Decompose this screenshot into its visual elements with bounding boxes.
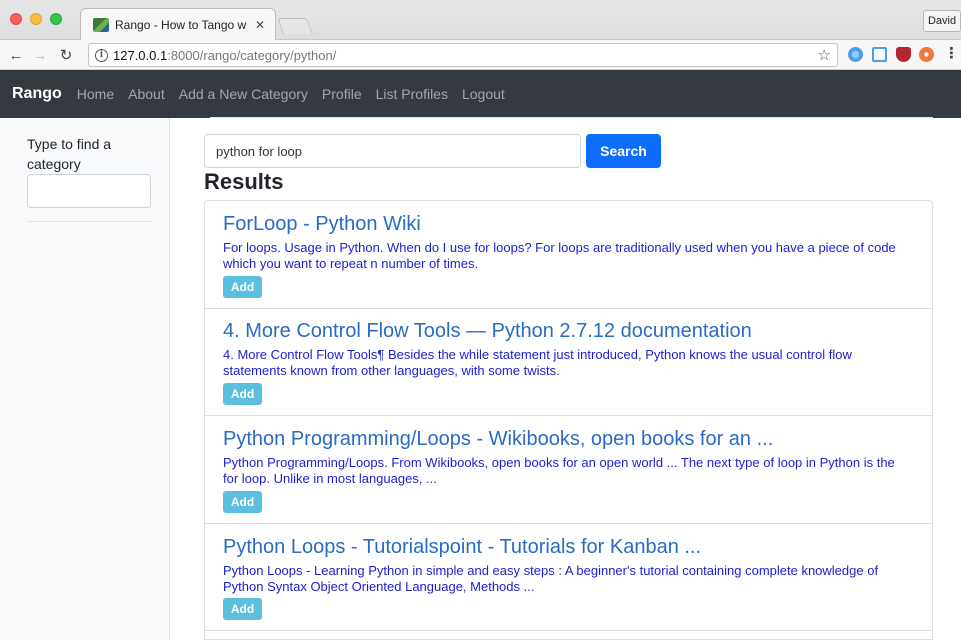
result-snippet: Python Programming/Loops. From Wikibooks… <box>223 455 895 486</box>
extension-screenshot-icon[interactable] <box>872 47 887 62</box>
nav-link-home[interactable]: Home <box>77 86 114 102</box>
result-snippet: For loops. Usage in Python. When do I us… <box>223 240 896 271</box>
result-title-link[interactable]: 4. More Control Flow Tools — Python 2.7.… <box>223 319 752 343</box>
category-search-input[interactable] <box>27 174 151 208</box>
add-page-button[interactable]: Add <box>223 276 262 298</box>
search-input[interactable]: python for loop <box>204 134 581 168</box>
profile-button[interactable]: David <box>923 10 961 32</box>
nav-link-logout[interactable]: Logout <box>462 86 505 102</box>
nav-link-add-category[interactable]: Add a New Category <box>179 86 308 102</box>
address-bar[interactable]: i 127.0.0.1:8000/rango/category/python/ … <box>88 43 838 67</box>
nav-link-list-profiles[interactable]: List Profiles <box>376 86 448 102</box>
favicon-icon <box>93 17 109 32</box>
results-heading: Results <box>204 169 284 194</box>
url-path: :8000/rango/category/python/ <box>167 47 337 63</box>
star-icon[interactable]: ☆ <box>818 46 831 64</box>
result-title-link[interactable]: ForLoop - Python Wiki <box>223 212 421 236</box>
nav-link-profile[interactable]: Profile <box>322 86 362 102</box>
result-item: ForLoop - Python Wiki For loops. Usage i… <box>205 201 932 309</box>
result-snippet: 4. More Control Flow Tools¶ Besides the … <box>223 347 852 378</box>
extension-blue-icon[interactable] <box>848 47 863 62</box>
minimize-window-button[interactable] <box>30 13 42 25</box>
result-title-link[interactable]: Python Loops - Tutorialspoint - Tutorial… <box>223 535 701 559</box>
result-snippet: Python Loops - Learning Python in simple… <box>223 563 879 594</box>
result-item: 4. More Control Flow Tools — Python 2.7.… <box>205 309 932 416</box>
info-icon[interactable]: i <box>95 48 108 62</box>
extension-shield-icon[interactable] <box>896 47 911 62</box>
search-button[interactable]: Search <box>586 134 661 168</box>
result-title-link[interactable]: Python Programming/Loops - Wikibooks, op… <box>223 427 773 451</box>
extension-orange-icon[interactable] <box>919 47 934 62</box>
browser-toolbar: ← → ↻ i 127.0.0.1:8000/rango/category/py… <box>0 40 961 70</box>
site-navbar: Rango Home About Add a New Category Prof… <box>0 70 961 118</box>
close-icon[interactable]: ✕ <box>253 18 267 32</box>
url-host: 127.0.0.1 <box>113 47 168 63</box>
nav-link-about[interactable]: About <box>128 86 165 102</box>
zoom-window-button[interactable] <box>50 13 62 25</box>
browser-titlebar: Rango - How to Tango with Dja ✕ David <box>0 0 961 40</box>
tab-title: Rango - How to Tango with Dja <box>115 18 247 32</box>
window-controls <box>10 13 62 25</box>
add-page-button[interactable]: Add <box>223 491 262 513</box>
sidebar: Type to find a category <box>0 118 170 640</box>
category-search-label: Type to find a category <box>27 136 112 172</box>
result-item: Python Programming/Loops - Wikibooks, op… <box>205 416 932 524</box>
result-item: Python Loops - Tutorialspoint - Tutorial… <box>205 524 932 631</box>
reload-icon[interactable]: ↻ <box>56 45 76 65</box>
tab-title-text: Rango - How to Tango with Dj <box>115 17 247 32</box>
sidebar-divider <box>27 221 151 222</box>
forward-icon[interactable]: → <box>30 45 50 65</box>
results-list: ForLoop - Python Wiki For loops. Usage i… <box>204 200 933 640</box>
close-window-button[interactable] <box>10 13 22 25</box>
menu-icon[interactable]: ⋮ <box>944 44 959 62</box>
new-tab-button[interactable] <box>277 18 313 34</box>
back-icon[interactable]: ← <box>6 45 26 65</box>
add-page-button[interactable]: Add <box>223 383 262 405</box>
add-page-button[interactable]: Add <box>223 598 262 620</box>
content-divider <box>210 117 933 118</box>
brand-link[interactable]: Rango <box>12 85 62 103</box>
browser-tab[interactable]: Rango - How to Tango with Dja ✕ <box>80 8 276 40</box>
